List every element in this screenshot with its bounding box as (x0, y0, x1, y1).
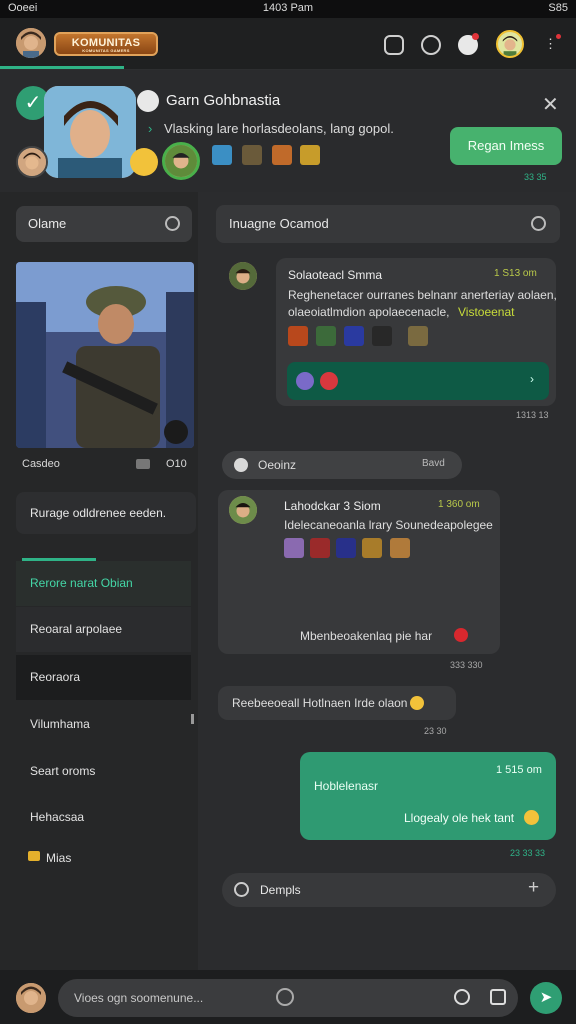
left-search-placeholder: Olame (28, 216, 67, 231)
system-icon (234, 458, 248, 472)
msg2-item-4[interactable] (362, 538, 382, 558)
msg2-time: 1 360 om (438, 499, 480, 510)
chat-search[interactable]: Inuagne Ocamod (216, 205, 560, 243)
nav-active-underline (0, 66, 124, 69)
menu-item-3[interactable]: Reoraora (16, 655, 191, 700)
msg2-item-2[interactable] (310, 538, 330, 558)
msg1-item-3[interactable] (344, 326, 364, 346)
scrollbar-thumb[interactable] (191, 714, 194, 724)
msg2-text-line1: Idelecaneoanla lrary Sounedeapolegee (284, 518, 493, 532)
msg2-meta: 333 330 (450, 660, 483, 670)
menu-item-4[interactable]: Vilumhama (16, 702, 191, 747)
add-icon[interactable]: + (528, 877, 539, 899)
outgoing-time: 1 515 om (496, 764, 542, 776)
attach-icon[interactable] (276, 988, 294, 1006)
member-avatar[interactable] (16, 146, 48, 178)
msg1-text-line1: Reghenetacer ourranes belnanr anerteriay… (288, 288, 557, 302)
search-icon[interactable] (165, 216, 180, 231)
message-icon[interactable] (136, 459, 150, 469)
menu-item-7[interactable]: Mias (16, 836, 191, 881)
item-tile-3[interactable] (272, 145, 292, 165)
outgoing-meta: 23 33 33 (510, 848, 546, 858)
user-avatar[interactable] (496, 30, 524, 58)
item-tile-2[interactable] (242, 145, 262, 165)
notification-badge (472, 33, 479, 40)
status-bar: Ooeei 1403 Pam S85 (0, 0, 576, 18)
msg1-highlight: Vistoeenat (458, 305, 515, 319)
system-label: Oeoinz (258, 458, 297, 472)
more-icon[interactable]: ⋮ (544, 36, 557, 52)
compass-icon[interactable] (421, 35, 441, 55)
send-button[interactable]: ➤ (530, 982, 562, 1014)
reaction-emoji-2[interactable] (320, 372, 338, 390)
msg2-text-line2: Mbenbeoakenlaq pie har (300, 629, 433, 643)
menu-item-2[interactable]: Reoaral arpolaee (16, 607, 191, 652)
game-subtitle: Vlasking lare horlasdeolans, lang gopol. (164, 121, 394, 136)
cta-timestamp: 33 35 (524, 172, 547, 182)
system-message[interactable]: Oeoinz Bavd (222, 451, 462, 479)
menu-item-5[interactable]: Seart oroms (16, 749, 191, 794)
clock: 1403 Pam (262, 2, 314, 14)
msg1-item-4[interactable] (372, 326, 392, 346)
msg3-text: Reebeeoeall Hotlnaen Irde olaon (232, 696, 408, 710)
join-button[interactable]: Regan Imess (450, 127, 562, 165)
message-input[interactable]: Vioes ogn soomenune... (58, 979, 518, 1017)
msg1-time: 1 S13 om (494, 268, 537, 279)
left-search[interactable]: Olame (16, 206, 192, 242)
outgoing-title: Hoblelenasr (314, 779, 379, 793)
msg2-item-5[interactable] (390, 538, 410, 558)
voice-icon[interactable] (454, 989, 470, 1005)
quote-card[interactable]: Rurage odldrenee eeden. (16, 492, 196, 534)
msg3-emoji (410, 696, 424, 710)
bottom-avatar[interactable] (16, 983, 46, 1013)
msg1-item-1[interactable] (288, 326, 308, 346)
reaction-emoji-1[interactable] (296, 372, 314, 390)
hero-count: O10 (166, 458, 187, 470)
more-badge (556, 34, 561, 39)
outgoing-emoji (524, 810, 539, 825)
info-icon[interactable] (531, 216, 546, 231)
send-reaction-icon[interactable]: › (530, 372, 534, 386)
quote-text: Rurage odldrenee eeden. (30, 506, 167, 520)
message-input-placeholder: Vioes ogn soomenune... (74, 991, 204, 1005)
compose-bar[interactable]: Dempls + (222, 873, 556, 907)
system-right: Bavd (422, 458, 445, 469)
chat-icon[interactable] (384, 35, 404, 55)
msg2-item-1[interactable] (284, 538, 304, 558)
item-tile-1[interactable] (212, 145, 232, 165)
edit-game-icon[interactable] (137, 90, 159, 112)
emoji-picker-icon[interactable] (234, 882, 249, 897)
game-character-portrait (44, 86, 136, 178)
emoji-badge-icon (130, 148, 158, 176)
msg2-name: Lahodckar 3 Siom (284, 499, 381, 513)
msg1-name: Solaoteacl Smma (288, 268, 383, 282)
chat-search-placeholder: Inuagne Ocamod (229, 216, 329, 231)
profile-avatar[interactable] (16, 28, 46, 58)
game-title: Garn Gohbnastia (166, 92, 281, 109)
msg2-item-3[interactable] (336, 538, 356, 558)
battery-label: S85 (548, 2, 568, 14)
menu-item-6[interactable]: Hehacsaa (16, 795, 191, 840)
hero-caption: Casdeo (22, 458, 60, 470)
outgoing-text: Llogealy ole hek tant (404, 811, 515, 825)
brand-logo: KOMUNITAS KOMUNITAS GAMERS (54, 32, 158, 56)
msg1-item-5[interactable] (408, 326, 428, 346)
brand-tagline: KOMUNITAS GAMERS (82, 48, 130, 53)
msg2-emoji (454, 628, 468, 642)
msg1-meta: 1313 13 (516, 410, 549, 420)
msg1-item-2[interactable] (316, 326, 336, 346)
menu-item-1[interactable]: Rerore narat Obian (16, 561, 191, 606)
item-tile-4[interactable] (300, 145, 320, 165)
send-icon: ➤ (539, 989, 553, 1006)
compose-label: Dempls (260, 883, 301, 897)
hero-soldier-image[interactable] (16, 262, 194, 448)
msg2-avatar[interactable] (229, 496, 257, 524)
chevron-right-icon: › (148, 121, 153, 136)
online-member-avatar[interactable] (162, 142, 200, 180)
close-icon[interactable]: ✕ (542, 92, 559, 117)
msg1-text-line2: olaeoiatlmdion apolaecenacle, (288, 305, 450, 319)
msg1-avatar[interactable] (229, 262, 257, 290)
image-icon[interactable] (490, 989, 506, 1005)
msg3-meta: 23 30 (424, 726, 447, 736)
